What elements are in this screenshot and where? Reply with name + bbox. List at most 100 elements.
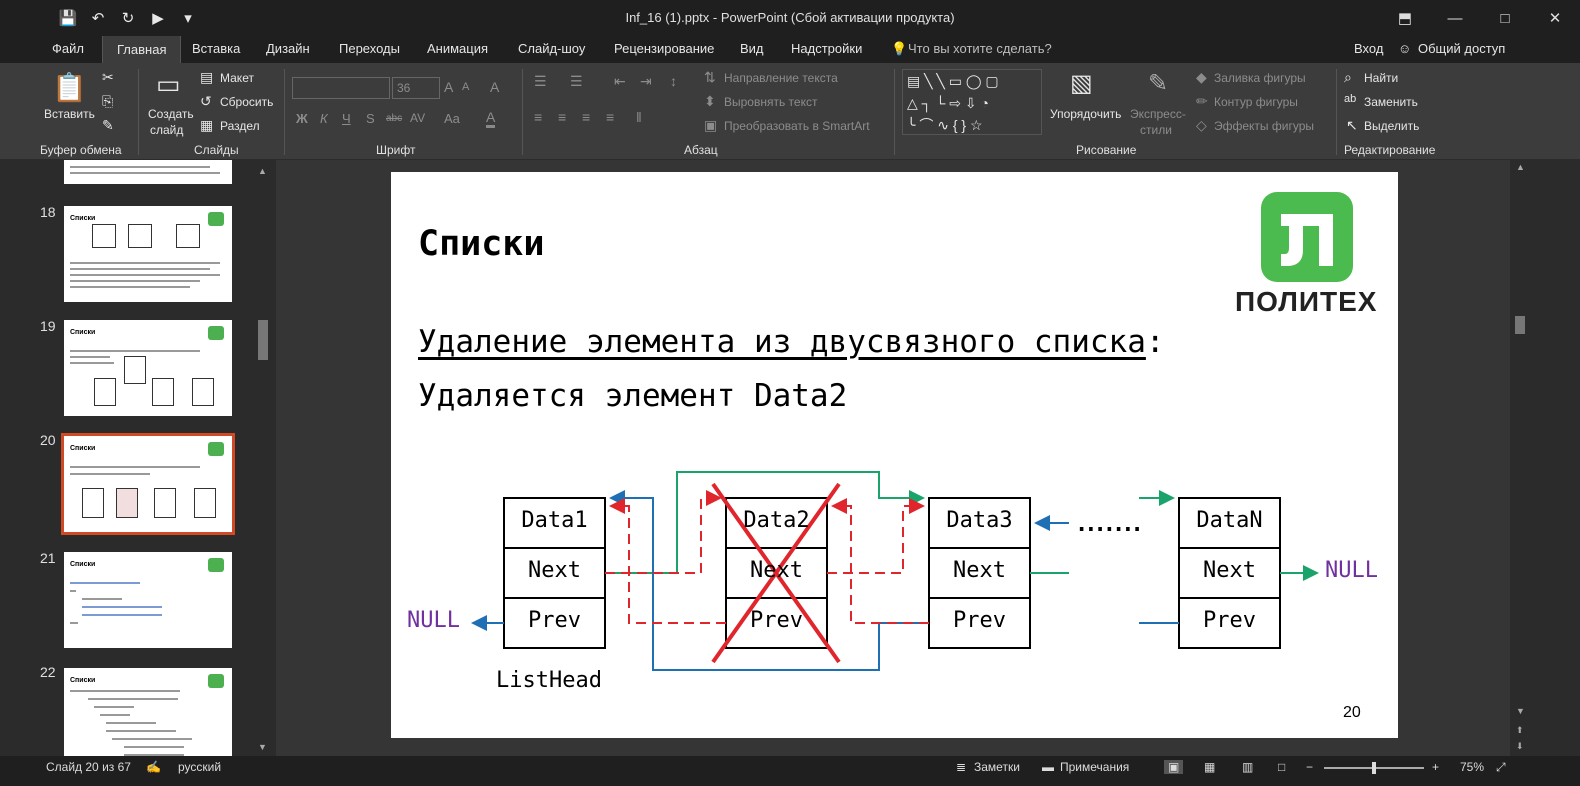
shape-fill-button[interactable]: Заливка фигуры bbox=[1214, 71, 1306, 85]
thumbnail-slide-18[interactable]: Списки bbox=[64, 206, 232, 302]
slideshow-view-icon[interactable]: □ bbox=[1278, 760, 1285, 774]
quick-styles-button[interactable]: Экспресс- bbox=[1130, 107, 1186, 121]
clear-format-icon[interactable]: A bbox=[490, 79, 499, 95]
justify-icon[interactable]: ≡ bbox=[606, 109, 614, 125]
replace-button[interactable]: Заменить bbox=[1364, 95, 1418, 109]
thumbnail-slide-19[interactable]: Списки bbox=[64, 320, 232, 416]
find-button[interactable]: Найти bbox=[1364, 71, 1398, 85]
tab-file[interactable]: Файл bbox=[52, 41, 84, 56]
minimize-icon[interactable]: — bbox=[1430, 0, 1480, 36]
thumbnail-partial[interactable] bbox=[64, 160, 232, 184]
indent-decrease-icon[interactable]: ⇤ bbox=[614, 73, 626, 90]
arrange-button[interactable]: Упорядочить bbox=[1050, 107, 1121, 121]
grow-font-icon[interactable]: A bbox=[444, 79, 453, 95]
normal-view-icon[interactable]: ▣ bbox=[1164, 760, 1184, 774]
comments-button[interactable]: Примечания bbox=[1060, 760, 1129, 774]
align-center-icon[interactable]: ≡ bbox=[558, 109, 566, 125]
new-slide-button[interactable]: Создать bbox=[148, 107, 194, 121]
zoom-slider-knob[interactable] bbox=[1372, 762, 1376, 774]
paste-icon[interactable]: 📋 bbox=[52, 71, 87, 104]
scroll-up-icon[interactable]: ▲ bbox=[1516, 162, 1525, 172]
quick-styles-icon[interactable]: ✎ bbox=[1148, 69, 1168, 98]
slide-sorter-icon[interactable]: ▦ bbox=[1204, 760, 1215, 774]
slide-scrollbar[interactable]: ▲ ▼ ⬆ ⬇ bbox=[1512, 160, 1528, 756]
format-painter-icon[interactable]: ✎ bbox=[102, 117, 114, 134]
tab-transitions[interactable]: Переходы bbox=[339, 41, 400, 56]
thumb-text-line bbox=[70, 362, 114, 364]
shape-outline-button[interactable]: Контур фигуры bbox=[1214, 95, 1298, 109]
numbering-icon[interactable]: ☰ bbox=[570, 73, 583, 90]
paste-button[interactable]: Вставить bbox=[44, 107, 95, 121]
sign-in-link[interactable]: Вход bbox=[1354, 41, 1383, 56]
tab-design[interactable]: Дизайн bbox=[266, 41, 310, 56]
maximize-icon[interactable]: □ bbox=[1480, 0, 1530, 36]
reading-view-icon[interactable]: ▥ bbox=[1242, 760, 1253, 774]
scrollbar-thumb[interactable] bbox=[1515, 316, 1525, 334]
section-button[interactable]: Раздел bbox=[220, 119, 260, 133]
align-text-button[interactable]: Выровнять текст bbox=[724, 95, 817, 109]
change-case-button[interactable]: Aa bbox=[444, 111, 460, 126]
new-slide-icon[interactable]: ▭ bbox=[156, 69, 181, 100]
shapes-gallery[interactable]: ▤ ╲ ╲ ▭ ◯ ▢ △ ┐ └ ⇨ ⇩ ◔ ╰ ⌒ ∿ { } ☆ bbox=[902, 69, 1042, 135]
share-button[interactable]: Общий доступ bbox=[1418, 41, 1505, 56]
scroll-down-icon[interactable]: ▼ bbox=[258, 742, 267, 752]
tab-animations[interactable]: Анимация bbox=[427, 41, 488, 56]
tab-home[interactable]: Главная bbox=[102, 36, 182, 63]
scrollbar-thumb[interactable] bbox=[258, 320, 268, 360]
fit-to-window-icon[interactable]: ⤢ bbox=[1496, 760, 1506, 775]
align-right-icon[interactable]: ≡ bbox=[582, 109, 590, 125]
copy-icon[interactable]: ⎘ bbox=[102, 93, 113, 110]
align-left-icon[interactable]: ≡ bbox=[534, 109, 542, 125]
zoom-level[interactable]: 75% bbox=[1460, 760, 1484, 774]
bold-button[interactable]: Ж bbox=[296, 111, 308, 126]
shape-effects-button[interactable]: Эффекты фигуры bbox=[1214, 119, 1314, 133]
ribbon-display-icon[interactable]: ⬒ bbox=[1380, 0, 1430, 36]
thumbnail-slide-20-selected[interactable]: Списки bbox=[61, 433, 235, 535]
bullets-icon[interactable]: ☰ bbox=[534, 73, 547, 90]
drawing-group-label: Рисование bbox=[1076, 143, 1137, 157]
reset-button[interactable]: Сбросить bbox=[220, 95, 273, 109]
previous-slide-icon[interactable]: ⬆ bbox=[1516, 725, 1524, 736]
zoom-out-icon[interactable]: − bbox=[1306, 760, 1313, 774]
shadow-button[interactable]: S bbox=[366, 111, 375, 126]
thumbnail-number: 21 bbox=[40, 550, 56, 566]
tell-me-search[interactable]: Что вы хотите сделать? bbox=[908, 41, 1052, 56]
notes-button[interactable]: Заметки bbox=[974, 760, 1020, 774]
italic-button[interactable]: К bbox=[320, 111, 328, 126]
language-indicator[interactable]: русский bbox=[178, 760, 221, 774]
thumbnail-slide-22[interactable]: Списки bbox=[64, 668, 232, 756]
tab-view[interactable]: Вид bbox=[740, 41, 764, 56]
thumb-code-line bbox=[88, 698, 178, 700]
arrange-icon[interactable]: ▧ bbox=[1070, 69, 1093, 98]
shrink-font-icon[interactable]: A bbox=[462, 81, 469, 93]
scroll-down-icon[interactable]: ▼ bbox=[1516, 706, 1525, 716]
cut-icon[interactable]: ✂ bbox=[102, 69, 114, 86]
convert-smartart-button[interactable]: Преобразовать в SmartArt bbox=[724, 119, 870, 133]
tab-review[interactable]: Рецензирование bbox=[614, 41, 714, 56]
scroll-up-icon[interactable]: ▲ bbox=[258, 166, 267, 176]
thumbnail-scrollbar[interactable]: ▲ ▼ bbox=[256, 164, 270, 754]
select-button[interactable]: Выделить bbox=[1364, 119, 1419, 133]
thumbnail-slide-21[interactable]: Списки bbox=[64, 552, 232, 648]
columns-icon[interactable]: ‖ bbox=[636, 109, 642, 125]
tab-slideshow[interactable]: Слайд-шоу bbox=[518, 41, 585, 56]
tab-insert[interactable]: Вставка bbox=[192, 41, 240, 56]
underline-button[interactable]: Ч bbox=[342, 111, 351, 126]
font-name-field[interactable] bbox=[292, 77, 390, 99]
zoom-in-icon[interactable]: + bbox=[1432, 760, 1439, 774]
strikethrough-button[interactable]: abc bbox=[386, 113, 402, 124]
char-spacing-button[interactable]: AV bbox=[410, 111, 425, 125]
indent-increase-icon[interactable]: ⇥ bbox=[640, 73, 652, 90]
slide-canvas[interactable]: Списки ПОЛИТЕХ Удаление элемента из двус… bbox=[391, 172, 1398, 738]
thumb-code-line bbox=[112, 738, 192, 740]
layout-button[interactable]: Макет bbox=[220, 71, 254, 85]
slide-number: 20 bbox=[1343, 704, 1361, 721]
close-icon[interactable]: ✕ bbox=[1530, 0, 1580, 36]
next-slide-icon[interactable]: ⬇ bbox=[1516, 741, 1524, 752]
text-direction-button[interactable]: Направление текста bbox=[724, 71, 838, 85]
spellcheck-icon[interactable]: ✍ bbox=[146, 760, 161, 774]
font-color-button[interactable]: A bbox=[486, 109, 496, 128]
tab-addins[interactable]: Надстройки bbox=[791, 41, 862, 56]
line-spacing-icon[interactable]: ↕ bbox=[670, 73, 677, 89]
font-size-field[interactable]: 36 bbox=[392, 77, 440, 99]
